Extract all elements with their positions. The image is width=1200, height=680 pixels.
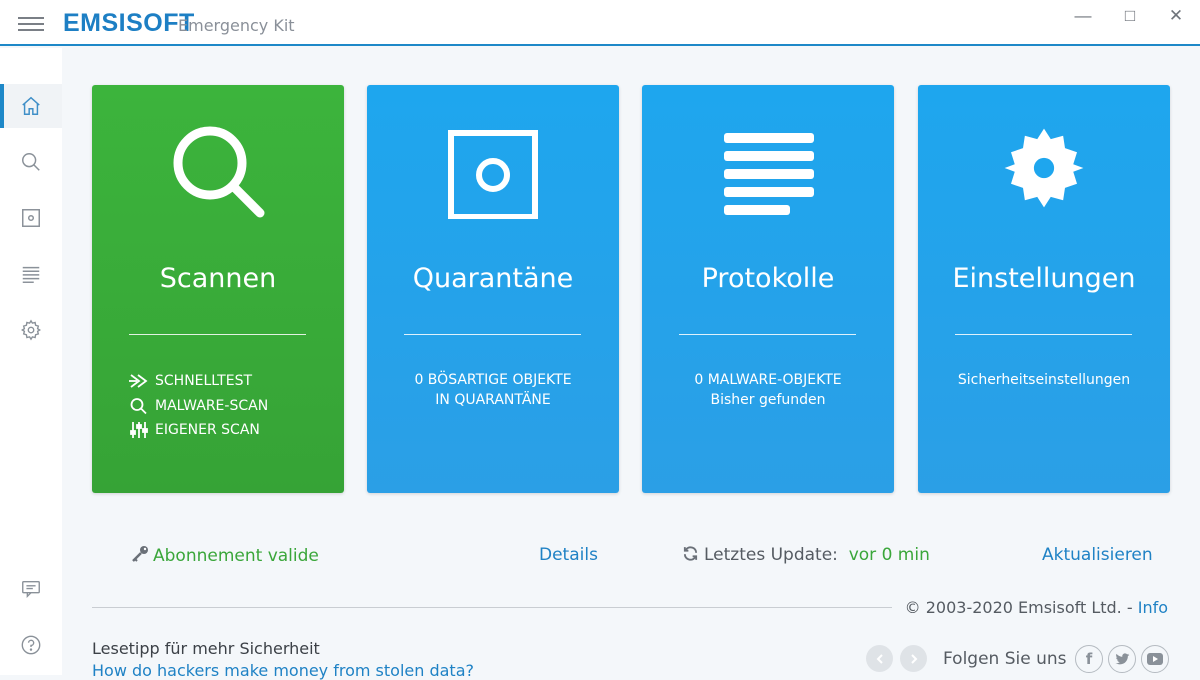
update-link[interactable]: Aktualisieren xyxy=(1042,545,1153,565)
last-update-status: Letztes Update: vor 0 min xyxy=(682,545,930,565)
logs-desc: Bisher gefunden xyxy=(710,392,826,408)
sidebar-item-home[interactable] xyxy=(0,84,62,128)
quarantine-card[interactable]: Quarantäne 0 BÖSARTIGE OBJEKTE IN QUARAN… xyxy=(367,85,619,493)
quick-scan-label: SCHNELLTEST xyxy=(155,373,253,389)
footer-divider xyxy=(92,607,892,608)
key-icon xyxy=(132,546,148,562)
refresh-icon xyxy=(683,546,698,561)
quarantine-desc: IN QUARANTÄNE xyxy=(435,392,551,408)
maximize-button[interactable]: □ xyxy=(1120,6,1140,26)
quick-scan-link[interactable]: SCHNELLTEST xyxy=(129,369,268,394)
minimize-button[interactable]: — xyxy=(1073,6,1093,26)
copyright-text: © 2003-2020 Emsisoft Ltd. - xyxy=(904,598,1133,617)
quarantine-count: 0 BÖSARTIGE OBJEKTE xyxy=(414,372,572,388)
help-icon xyxy=(21,635,41,655)
sidebar-item-quarantine[interactable] xyxy=(0,196,62,240)
sidebar xyxy=(0,48,62,675)
next-tip-button[interactable] xyxy=(900,645,927,672)
tip-label: Lesetipp für mehr Sicherheit xyxy=(92,639,320,658)
custom-scan-link[interactable]: EIGENER SCAN xyxy=(129,418,268,443)
brand-logo: EMSISOFT xyxy=(63,9,195,37)
malware-count: 0 MALWARE-OBJEKTE xyxy=(694,372,842,388)
sidebar-item-logs[interactable] xyxy=(0,252,62,296)
prev-tip-button[interactable] xyxy=(866,645,893,672)
scan-links: SCHNELLTEST MALWARE-SCAN EIGENER SCAN xyxy=(129,369,268,443)
facebook-button[interactable]: f xyxy=(1075,645,1103,673)
sidebar-item-help[interactable] xyxy=(0,623,62,667)
last-update-value: vor 0 min xyxy=(848,545,930,565)
subscription-status: Abonnement valide xyxy=(131,545,319,566)
divider xyxy=(679,334,856,335)
youtube-button[interactable] xyxy=(1141,645,1169,673)
logs-card[interactable]: Protokolle 0 MALWARE-OBJEKTE Bisher gefu… xyxy=(642,85,894,493)
scan-card[interactable]: Scannen SCHNELLTEST MALWARE-SCAN EIGENER… xyxy=(92,85,344,493)
chat-icon xyxy=(22,580,40,598)
logs-title: Protokolle xyxy=(701,263,835,294)
facebook-icon: f xyxy=(1085,650,1093,668)
gear-icon xyxy=(1004,128,1084,208)
custom-scan-label: EIGENER SCAN xyxy=(155,422,260,438)
youtube-icon xyxy=(1147,653,1163,665)
brand-subtitle: Emergency Kit xyxy=(178,16,295,35)
settings-card[interactable]: Einstellungen Sicherheitseinstellungen xyxy=(918,85,1170,493)
logs-icon xyxy=(724,133,814,215)
chevron-right-icon xyxy=(910,653,917,664)
chevron-left-icon xyxy=(876,653,883,664)
quarantine-icon xyxy=(448,130,538,219)
twitter-icon xyxy=(1115,652,1129,664)
sidebar-item-settings[interactable] xyxy=(0,308,62,352)
malware-scan-label: MALWARE-SCAN xyxy=(155,397,269,414)
scan-title: Scannen xyxy=(159,263,277,294)
info-link[interactable]: Info xyxy=(1138,598,1168,617)
follow-us-label: Folgen Sie uns xyxy=(943,649,1067,669)
search-icon xyxy=(173,126,265,218)
twitter-button[interactable] xyxy=(1108,645,1136,673)
search-icon xyxy=(130,397,147,414)
quarantine-title: Quarantäne xyxy=(412,263,574,294)
logs-icon xyxy=(22,266,40,283)
search-icon xyxy=(22,153,40,171)
divider xyxy=(955,334,1132,335)
menu-icon[interactable] xyxy=(18,17,44,31)
details-link[interactable]: Details xyxy=(539,545,598,565)
gear-icon xyxy=(20,319,42,341)
tip-link[interactable]: How do hackers make money from stolen da… xyxy=(92,661,474,680)
fast-forward-icon xyxy=(129,374,148,388)
last-update-label: Letztes Update: xyxy=(704,545,838,565)
security-settings-label: Sicherheitseinstellungen xyxy=(957,372,1131,388)
quarantine-icon xyxy=(22,209,40,227)
sidebar-item-search[interactable] xyxy=(0,140,62,184)
malware-scan-link[interactable]: MALWARE-SCAN xyxy=(129,394,268,419)
sliders-icon xyxy=(130,422,148,439)
home-icon xyxy=(22,96,40,115)
title-bar: EMSISOFT Emergency Kit — □ ✕ xyxy=(0,0,1200,46)
sidebar-item-feedback[interactable] xyxy=(0,567,62,611)
copyright: © 2003-2020 Emsisoft Ltd. - Info xyxy=(905,598,1168,617)
divider xyxy=(404,334,581,335)
close-button[interactable]: ✕ xyxy=(1166,6,1186,26)
settings-title: Einstellungen xyxy=(952,263,1136,294)
subscription-label: Abonnement valide xyxy=(153,546,319,566)
divider xyxy=(129,334,306,335)
